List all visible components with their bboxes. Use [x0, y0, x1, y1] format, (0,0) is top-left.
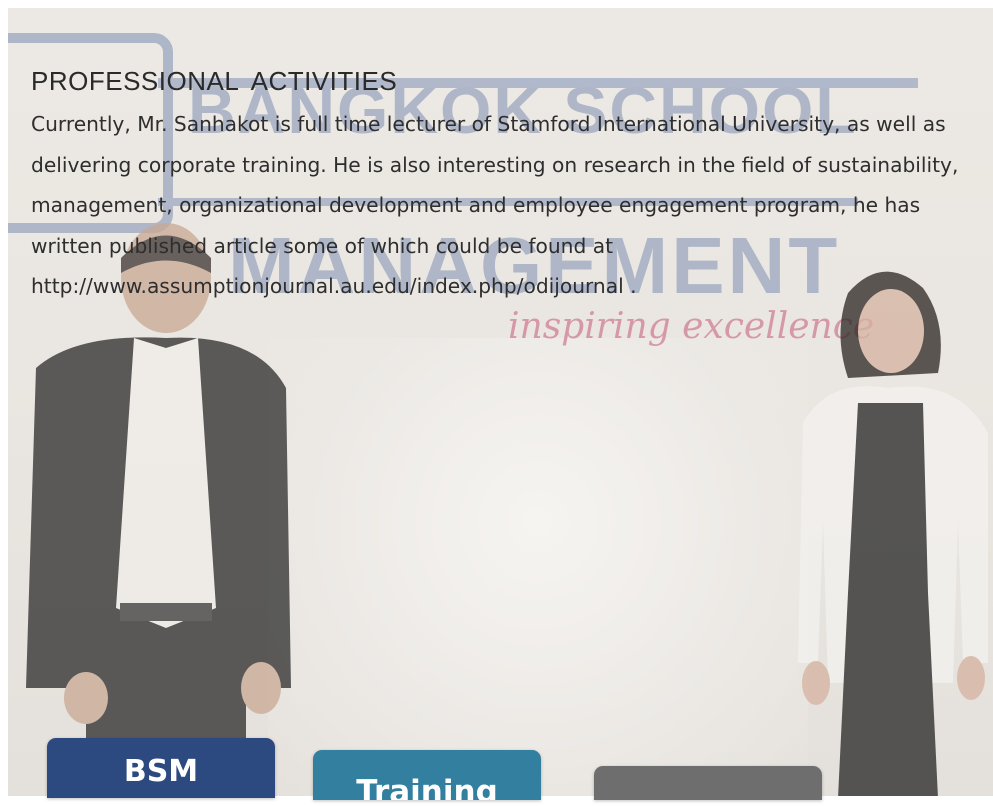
section-heading: PROFESSIONAL ACTIVITIES — [31, 66, 398, 96]
professional-activities-section: PROFESSIONAL ACTIVITIES Currently, Mr. S… — [31, 64, 966, 307]
third-button[interactable] — [594, 766, 822, 800]
woman-figure — [798, 271, 988, 796]
background-wall — [268, 338, 808, 796]
bsm-button-label: BSM — [123, 754, 199, 789]
activities-paragraph: Currently, Mr. Sanhakot is full time lec… — [31, 112, 959, 298]
training-button[interactable]: Training — [313, 750, 541, 800]
hero-section: BANGKOK SCHOOL MANAGEMENT inspiring exce… — [8, 8, 993, 796]
training-button-label: Training — [356, 774, 498, 800]
bsm-button[interactable]: BSM — [47, 738, 275, 798]
